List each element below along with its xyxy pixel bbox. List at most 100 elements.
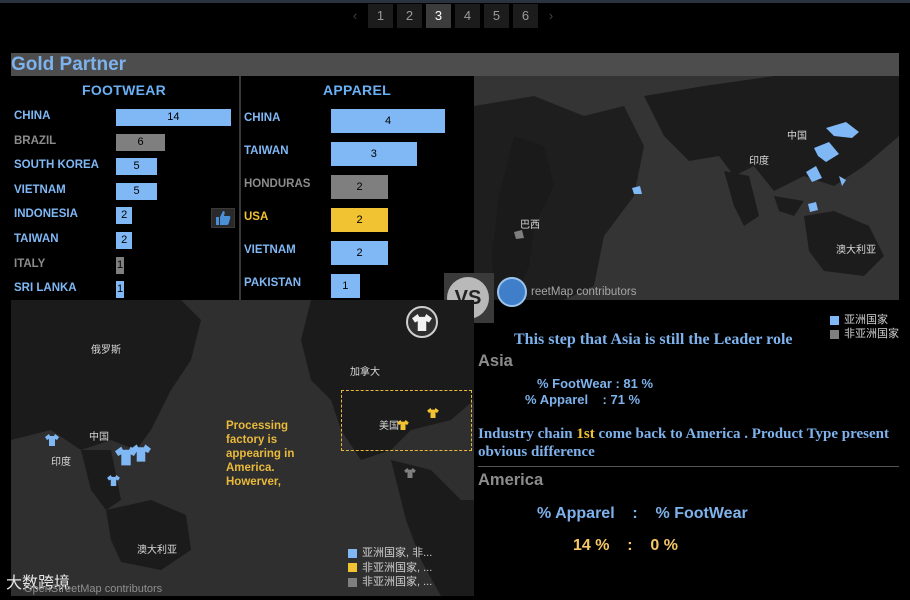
legend-item[interactable]: 亚洲国家 [830,313,899,327]
bar-value: 14 [167,111,180,123]
analysis-paragraph: Industry chain 1st come back to America … [478,425,898,461]
asia-map[interactable]: 中国 印度 巴西 澳大利亚 [474,76,899,300]
bar[interactable]: 1 [116,256,125,274]
page-button-4[interactable]: 4 [455,4,480,28]
pagination: ‹ 1 2 3 4 5 6 › [346,4,560,28]
legend-item[interactable]: 非亚洲国家 [830,327,899,341]
bar-row[interactable]: VIETNAM 5 [14,181,234,201]
legend-swatch [830,315,839,325]
bar-value: 2 [121,209,128,222]
map-label-australia: 澳大利亚 [836,245,876,256]
bar-label: USA [244,211,269,223]
paragraph-highlight: 1st [576,426,595,442]
bar-row[interactable]: BRAZIL 6 [14,132,234,152]
bar-label: PAKISTAN [244,277,302,289]
bar-value: 2 [356,181,363,193]
asia-footwear-stat: % FootWear : 81 % [537,376,654,391]
bar[interactable]: 14 [116,109,231,126]
bar[interactable]: 6 [116,133,166,151]
map-credit-top: reetMap contributors [531,286,637,298]
legend-swatch [348,563,357,573]
legend-item[interactable]: 亚洲国家, 非... [348,546,432,561]
page-button-5[interactable]: 5 [484,4,509,28]
page-button-1[interactable]: 1 [368,4,393,28]
america-stat-labels: % Apparel : % FootWear [537,505,748,522]
bar[interactable]: 2 [116,207,133,225]
legend-label: 非亚洲国家, ... [362,576,433,588]
bar-label: CHINA [244,112,281,124]
bar-row[interactable]: SOUTH KOREA 5 [14,156,234,176]
openstreetmap-icon [497,277,527,307]
shirt-marker-icon [45,434,59,446]
asia-section-title: Asia [478,352,513,370]
bar-value: 2 [356,214,363,226]
bar-row[interactable]: CHINA 4 [244,109,469,133]
bar-row[interactable]: ITALY 1 [14,255,234,275]
legend-item[interactable]: 非亚洲国家, ... [348,561,432,576]
bar-row[interactable]: VIETNAM 2 [244,241,469,265]
map-label-australia-b: 澳大利亚 [137,545,177,556]
america-section-title: America [478,471,544,489]
bar-label: VIETNAM [244,244,296,256]
apparel-panel: APPAREL CHINA 4 TAIWAN 3 HONDURAS 2 USA 2 VIETNA… [241,76,474,300]
legend-swatch [348,548,357,558]
bar-row[interactable]: USA 2 [244,208,469,232]
bar-value: 1 [342,280,349,292]
page-button-2[interactable]: 2 [397,4,422,28]
map-label-russia: 俄罗斯 [91,345,121,356]
bar-row[interactable]: TAIWAN 2 [14,230,234,250]
map-legend: 亚洲国家, 非... 非亚洲国家, ... 非亚洲国家, ... [348,546,432,590]
bar[interactable]: 5 [116,158,157,176]
bar-row[interactable]: TAIWAN 3 [244,142,469,166]
bar-value: 4 [384,115,392,127]
analysis-headline: This step that Asia is still the Leader … [514,331,793,348]
map-label-india-b: 印度 [51,457,71,468]
shirt-marker-icon [131,444,151,462]
bar-label: CHINA [14,110,51,122]
prev-page-button[interactable]: ‹ [346,4,364,28]
bar[interactable]: 1 [331,274,360,298]
bar[interactable]: 2 [116,232,133,249]
bar[interactable]: 3 [331,142,417,166]
bar-label: ITALY [14,257,46,270]
shirt-toggle-button[interactable] [406,306,438,338]
page-button-6[interactable]: 6 [513,4,538,28]
shirt-marker-icon [404,468,416,478]
map-label-brazil: 巴西 [520,220,540,231]
bar[interactable]: 1 [116,281,125,299]
bar-value: 1 [117,283,124,296]
bar-label: SRI LANKA [14,282,77,295]
bar-value: 1 [117,258,124,271]
bar[interactable]: 2 [331,241,388,265]
bar-value: 5 [133,160,140,173]
america-highlight-box [341,390,472,451]
map-label-india: 印度 [749,156,769,167]
legend-item[interactable]: 非亚洲国家, ... [348,575,432,590]
legend-label: 亚洲国家, 非... [362,547,433,559]
bar[interactable]: 2 [331,208,388,232]
header-bar: Gold Partner [11,53,899,76]
world-map-shapes [474,76,899,300]
section-divider [478,466,899,467]
bar-value: 2 [121,234,128,246]
map-credit-bottom: OpenStreetMap contributors [24,583,163,595]
bar-value: 6 [137,135,144,148]
next-page-button[interactable]: › [542,4,560,28]
asia-apparel-stat: % Apparel : 71 % [525,392,641,407]
legend-label: 亚洲国家 [844,314,888,326]
bar-row[interactable]: INDONESIA 2 [14,205,234,225]
thumbs-up-button[interactable] [211,208,235,228]
bar[interactable]: 4 [331,109,445,133]
bar-row[interactable]: SRI LANKA 1 [14,279,234,299]
bar-row[interactable]: HONDURAS 2 [244,175,469,199]
bar-label: SOUTH KOREA [14,159,99,172]
region-legend: 亚洲国家 非亚洲国家 [830,313,899,341]
map-label-china-b: 中国 [89,432,109,443]
bar-row[interactable]: CHINA 14 [14,107,234,127]
map-label-china: 中国 [787,131,807,142]
bar-row[interactable]: PAKISTAN 1 [244,274,469,298]
bar[interactable]: 5 [116,182,157,200]
bar[interactable]: 2 [331,175,388,199]
page-button-3[interactable]: 3 [426,4,451,28]
bar-label: VIETNAM [14,183,66,196]
